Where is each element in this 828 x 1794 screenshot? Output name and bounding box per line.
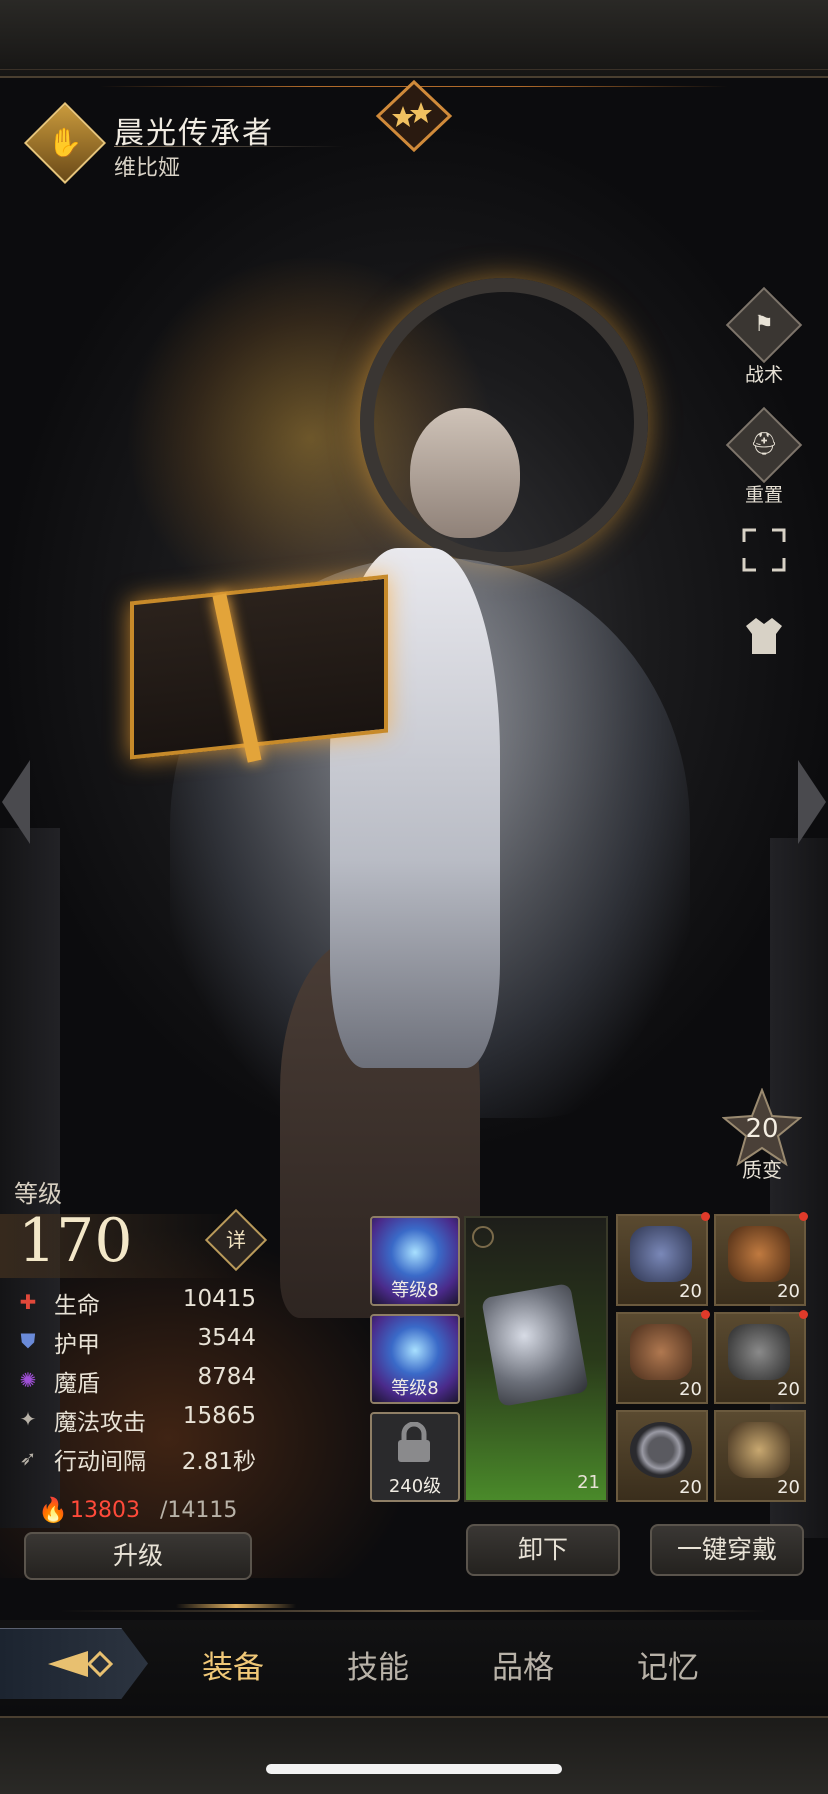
gear-level: 20 bbox=[777, 1477, 800, 1498]
gear-level: 20 bbox=[777, 1379, 800, 1400]
stat-row-action-interval: ➶ 行动间隔 2.81秒 bbox=[16, 1440, 256, 1476]
stat-value: 10415 bbox=[182, 1286, 256, 1312]
hat-icon bbox=[630, 1226, 692, 1282]
magic-shield-icon: ✺ bbox=[19, 1368, 37, 1392]
rune-slot-locked[interactable]: 240级 bbox=[370, 1412, 460, 1502]
rune-slot-1[interactable]: 等级8 bbox=[370, 1216, 460, 1306]
upgrade-button[interactable]: 升级 bbox=[24, 1532, 252, 1580]
equip-all-button[interactable]: 一键穿戴 bbox=[650, 1524, 804, 1576]
tab-equipment[interactable]: 装备 bbox=[173, 1642, 293, 1687]
belt-icon bbox=[728, 1324, 790, 1380]
gear-slot-hat[interactable]: 20 bbox=[616, 1212, 710, 1306]
stat-value: 8784 bbox=[197, 1364, 256, 1390]
gear-level: 20 bbox=[679, 1379, 702, 1400]
alert-dot bbox=[799, 1212, 808, 1221]
energy-current: 13803 bbox=[70, 1498, 140, 1523]
armor-icon: ⛊ bbox=[20, 1329, 36, 1353]
magic-attack-icon: ✦ bbox=[19, 1407, 37, 1431]
magic-book bbox=[130, 574, 388, 760]
next-hero-arrow[interactable] bbox=[798, 760, 826, 844]
stat-label: 生命 bbox=[54, 1293, 100, 1319]
energy-max: /14115 bbox=[160, 1498, 238, 1523]
tab-traits[interactable]: 品格 bbox=[463, 1642, 583, 1687]
level-label: 等级 bbox=[14, 1180, 62, 1208]
reset-button[interactable]: ⛑ 重置 bbox=[725, 406, 803, 507]
back-button[interactable] bbox=[0, 1628, 148, 1699]
rune-level: 等级8 bbox=[391, 1280, 439, 1301]
stat-label: 护甲 bbox=[54, 1332, 100, 1358]
stat-label: 行动间隔 bbox=[54, 1449, 146, 1475]
detail-label: 详 bbox=[226, 1228, 246, 1252]
helmet-icon: ⛑ bbox=[725, 406, 803, 484]
banner-icon: ⚑ bbox=[725, 286, 803, 364]
chest-armor-icon bbox=[728, 1226, 790, 1282]
gear-slot-gloves[interactable]: 20 bbox=[616, 1310, 710, 1404]
stat-row-magic-attack: ✦ 魔法攻击 15865 bbox=[16, 1401, 256, 1437]
alert-dot bbox=[799, 1310, 808, 1319]
top-frame bbox=[0, 0, 828, 78]
tactics-button[interactable]: ⚑ 战术 bbox=[725, 286, 803, 387]
stat-value: 15865 bbox=[182, 1403, 256, 1429]
reset-label: 重置 bbox=[744, 484, 783, 506]
gear-level: 20 bbox=[777, 1281, 800, 1302]
quality-value: 20 bbox=[745, 1114, 779, 1144]
alert-dot bbox=[701, 1310, 710, 1319]
bottom-frame bbox=[0, 1716, 828, 1794]
gear-slot-ring[interactable]: 20 bbox=[616, 1410, 708, 1502]
level-value: 170 bbox=[18, 1206, 133, 1276]
weapon-level: 21 bbox=[577, 1472, 600, 1493]
rune-level: 等级8 bbox=[391, 1378, 439, 1399]
prev-hero-arrow[interactable] bbox=[2, 760, 30, 844]
stat-label: 魔法攻击 bbox=[54, 1410, 146, 1436]
stat-value: 2.81秒 bbox=[181, 1449, 256, 1475]
alert-dot bbox=[701, 1212, 710, 1221]
hero-name: 维比娅 bbox=[114, 156, 181, 181]
weapon-tome-icon bbox=[481, 1283, 589, 1407]
gear-level: 20 bbox=[679, 1281, 702, 1302]
gloves-icon bbox=[630, 1324, 692, 1380]
halo-crown bbox=[360, 278, 648, 566]
stat-row-armor: ⛊ 护甲 3544 bbox=[16, 1323, 257, 1359]
unequip-button[interactable]: 卸下 bbox=[466, 1524, 620, 1576]
fullscreen-icon[interactable] bbox=[742, 528, 786, 572]
gear-level: 20 bbox=[679, 1477, 702, 1498]
outfit-icon[interactable] bbox=[742, 614, 786, 658]
lock-icon bbox=[398, 1422, 430, 1462]
gear-slot-chest[interactable]: 20 bbox=[714, 1212, 808, 1306]
rune-slot-2[interactable]: 等级8 bbox=[370, 1314, 460, 1404]
back-arrow-icon bbox=[48, 1650, 114, 1678]
action-interval-icon: ➶ bbox=[19, 1446, 37, 1470]
home-indicator[interactable] bbox=[266, 1764, 562, 1774]
title-underline bbox=[114, 146, 344, 147]
stat-label: 魔盾 bbox=[54, 1371, 100, 1397]
hero-head bbox=[410, 408, 520, 538]
soul-flame-icon: 🔥 bbox=[38, 1496, 68, 1524]
tab-memories[interactable]: 记忆 bbox=[608, 1642, 728, 1687]
stat-row-health: ✚ 生命 10415 bbox=[16, 1284, 256, 1320]
health-icon: ✚ bbox=[19, 1290, 37, 1314]
quality-label: 质变 bbox=[742, 1158, 782, 1182]
ring-icon bbox=[630, 1422, 692, 1478]
active-tab-indicator bbox=[176, 1604, 296, 1608]
gear-slot-boots[interactable]: 20 bbox=[714, 1410, 806, 1502]
rune-unlock-level: 240级 bbox=[388, 1476, 442, 1497]
boots-icon bbox=[728, 1422, 790, 1478]
star-rank-icon bbox=[375, 79, 453, 153]
stat-value: 3544 bbox=[197, 1325, 256, 1351]
tab-divider bbox=[60, 1610, 768, 1612]
tab-skills[interactable]: 技能 bbox=[318, 1642, 438, 1687]
weapon-select-circle bbox=[472, 1226, 494, 1248]
tactics-label: 战术 bbox=[744, 364, 783, 386]
stat-row-magic-shield: ✺ 魔盾 8784 bbox=[16, 1362, 256, 1398]
gear-slot-belt[interactable]: 20 bbox=[714, 1310, 808, 1404]
